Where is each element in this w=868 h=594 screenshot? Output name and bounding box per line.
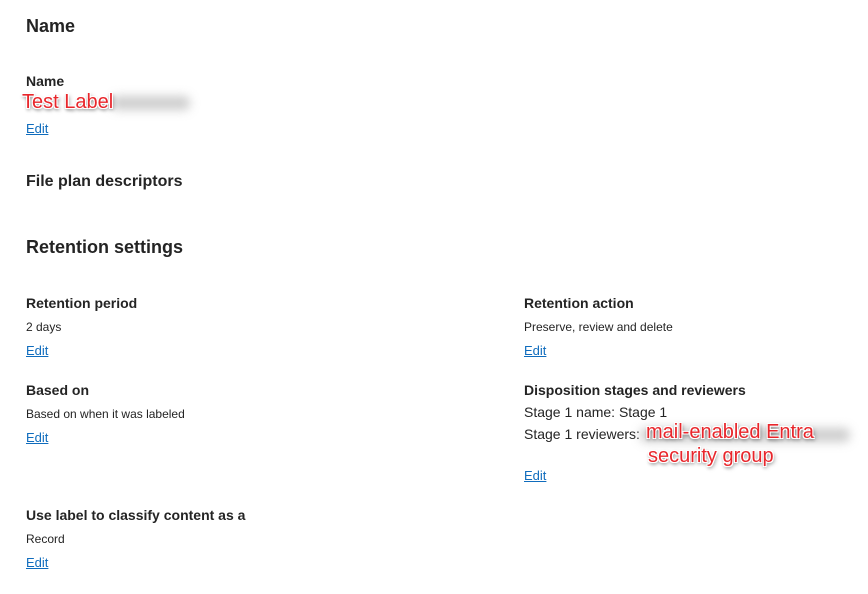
edit-disposition-link[interactable]: Edit — [524, 468, 546, 483]
edit-retention-action-link[interactable]: Edit — [524, 343, 546, 358]
disposition-stages-label: Disposition stages and reviewers — [524, 382, 746, 398]
based-on-value: Based on when it was labeled — [26, 407, 185, 421]
file-plan-descriptors-heading: File plan descriptors — [26, 173, 183, 190]
retention-period-value: 2 days — [26, 320, 62, 334]
stage-1-name: Stage 1 name: Stage 1 — [524, 404, 668, 420]
stage-1-reviewers-label: Stage 1 reviewers: — [524, 426, 640, 442]
name-section-heading: Name — [26, 16, 76, 36]
name-field-label: Name — [26, 73, 65, 89]
classify-content-label: Use label to classify content as a — [26, 507, 246, 523]
edit-based-on-link[interactable]: Edit — [26, 430, 48, 445]
edit-name-link[interactable]: Edit — [26, 121, 48, 136]
retention-action-value: Preserve, review and delete — [524, 320, 673, 334]
edit-classify-link[interactable]: Edit — [26, 555, 48, 570]
retention-action-label: Retention action — [524, 295, 634, 311]
reviewers-annotation-line-2: security group — [648, 445, 774, 467]
edit-retention-period-link[interactable]: Edit — [26, 343, 48, 358]
retention-period-label: Retention period — [26, 295, 138, 311]
name-annotation: Test Label — [22, 91, 114, 113]
classify-content-value: Record — [26, 532, 65, 546]
retention-settings-heading: Retention settings — [26, 237, 184, 257]
redacted-name-blur — [112, 96, 190, 110]
reviewers-annotation-line-1: mail-enabled Entra — [646, 421, 814, 443]
based-on-label: Based on — [26, 382, 90, 398]
